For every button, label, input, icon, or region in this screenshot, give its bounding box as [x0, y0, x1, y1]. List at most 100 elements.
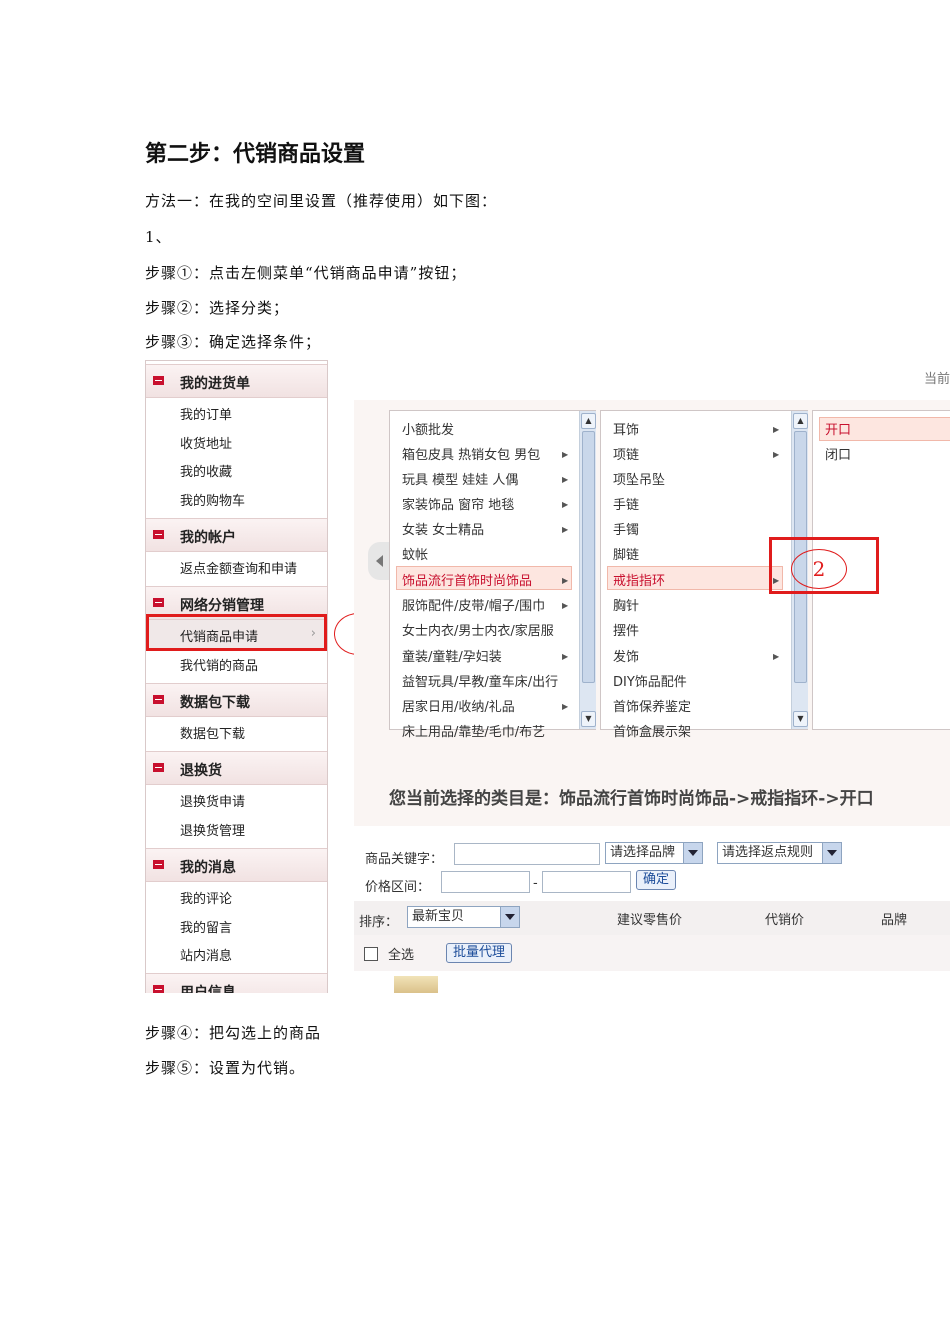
sort-bar: 排序： 最新宝贝 建议零售价 代销价 品牌 [354, 901, 950, 935]
batch-agent-button[interactable]: 批量代理 [446, 943, 512, 963]
brand-select-value: 请选择品牌 [610, 845, 676, 860]
sidebar-section-download[interactable]: 数据包下载 [146, 683, 327, 717]
sidebar-section-returns[interactable]: 退换货 [146, 751, 327, 785]
list-item[interactable]: 胸针 [613, 595, 639, 614]
list-item[interactable]: 项链 [613, 444, 639, 463]
chevron-right-icon: ▶ [562, 450, 569, 459]
document-title: 第二步：代销商品设置 [145, 142, 366, 167]
sort-select-value: 最新宝贝 [412, 909, 465, 924]
list-item[interactable]: 服饰配件/皮带/帽子/围巾 [402, 595, 545, 614]
sidebar-item-comments[interactable]: 我的评论 [180, 888, 232, 907]
top-right-text: 当前 [923, 372, 950, 387]
sidebar-item-address[interactable]: 收货地址 [180, 433, 232, 452]
sidebar-item-guestbook[interactable]: 我的留言 [180, 917, 232, 936]
list-item[interactable]: 发饰 [613, 646, 639, 665]
select-all-label: 全选 [388, 948, 415, 963]
list-item[interactable]: 家装饰品 窗帘 地毯 [402, 494, 514, 513]
sidebar-section-title: 用户信息 [180, 985, 236, 993]
collapse-icon [153, 376, 164, 385]
rebate-select-value: 请选择返点规则 [722, 845, 814, 860]
sidebar-section-purchase[interactable]: 我的进货单 [146, 364, 327, 398]
list-item[interactable]: 脚链 [613, 544, 639, 563]
rebate-select[interactable]: 请选择返点规则 [717, 842, 842, 864]
sort-select[interactable]: 最新宝贝 [407, 906, 520, 928]
select-all-bar: 全选 批量代理 [354, 935, 950, 971]
keyword-input[interactable] [454, 843, 600, 865]
category-panel: 小额批发 箱包皮具 热销女包 男包 玩具 模型 娃娃 人偶 家装饰品 窗帘 地毯… [354, 400, 950, 993]
sidebar-item-return-manage[interactable]: 退换货管理 [180, 820, 245, 839]
sidebar-item-favorites[interactable]: 我的收藏 [180, 461, 232, 480]
column-retail-price[interactable]: 建议零售价 [617, 909, 682, 928]
paragraph-step-4: 步骤④：把勾选上的商品 [145, 1024, 322, 1042]
collapse-icon [153, 598, 164, 607]
embedded-screenshot: 我的进货单 我的订单 收货地址 我的收藏 我的购物车 我的帐户 返点金额查询和申… [145, 360, 950, 993]
list-item[interactable]: 首饰保养鉴定 [613, 696, 691, 715]
list-item[interactable]: 居家日用/收纳/礼品 [402, 696, 515, 715]
select-all-checkbox[interactable] [364, 947, 378, 961]
current-category-text: 您当前选择的类目是：饰品流行首饰时尚饰品->戒指指环->开口 [389, 789, 874, 809]
sidebar-item-return-apply[interactable]: 退换货申请 [180, 791, 245, 810]
column-brand[interactable]: 品牌 [881, 909, 907, 928]
chevron-right-icon: ▶ [562, 500, 569, 509]
list-item[interactable]: 床上用品/靠垫/毛巾/布艺 [402, 721, 545, 740]
confirm-button[interactable]: 确定 [636, 870, 676, 890]
sidebar-item-orders[interactable]: 我的订单 [180, 404, 232, 423]
sidebar-section-messages[interactable]: 我的消息 [146, 848, 327, 882]
sidebar-item-rebate[interactable]: 返点金额查询和申请 [180, 558, 297, 577]
keyword-label: 商品关键字： [365, 852, 444, 867]
list-item[interactable]: 耳饰 [613, 419, 639, 438]
chevron-right-icon: ▶ [562, 525, 569, 534]
list-item[interactable]: DIY饰品配件 [613, 671, 687, 690]
sidebar-section-title: 我的进货单 [180, 376, 250, 392]
list-item[interactable]: 玩具 模型 娃娃 人偶 [402, 469, 518, 488]
chevron-right-icon: ▶ [773, 652, 780, 661]
chevron-right-icon: ▶ [562, 576, 569, 585]
product-thumbnail[interactable] [394, 976, 438, 993]
category-list-level-1: 小额批发 箱包皮具 热销女包 男包 玩具 模型 娃娃 人偶 家装饰品 窗帘 地毯… [389, 410, 596, 740]
list-item[interactable]: 首饰盒展示架 [613, 721, 691, 740]
scrollbar[interactable]: ▲ ▼ [579, 411, 596, 729]
list-item-selected[interactable]: 戒指指环 [613, 570, 665, 589]
list-item[interactable]: 女士内衣/男士内衣/家居服 [402, 620, 554, 639]
list-item[interactable]: 手链 [613, 494, 639, 513]
scroll-up-button[interactable]: ▲ [581, 413, 596, 429]
highlight-box-step-1 [146, 614, 327, 651]
list-item[interactable]: 女装 女士精品 [402, 519, 484, 538]
chevron-down-icon [822, 843, 841, 863]
brand-select[interactable]: 请选择品牌 [605, 842, 703, 864]
list-item[interactable]: 童装/童鞋/孕妇装 [402, 646, 502, 665]
chevron-right-icon: ▶ [562, 475, 569, 484]
sidebar-item-my-consigned[interactable]: 我代销的商品 [180, 655, 258, 674]
price-min-input[interactable] [441, 871, 530, 893]
chevron-right-icon: ▶ [773, 425, 780, 434]
list-item[interactable]: 蚊帐 [402, 544, 428, 563]
sidebar-section-userinfo[interactable]: 用户信息 [146, 973, 327, 993]
sidebar-item-download[interactable]: 数据包下载 [180, 723, 245, 742]
chevron-right-icon: ▶ [562, 601, 569, 610]
scroll-thumb[interactable] [582, 431, 595, 683]
paragraph-method: 方法一：在我的空间里设置（推荐使用）如下图： [145, 192, 498, 210]
list-item[interactable]: 益智玩具/早教/童车床/出行 [402, 671, 558, 690]
scroll-down-button[interactable]: ▼ [793, 711, 808, 727]
collapse-icon [153, 763, 164, 772]
scroll-down-button[interactable]: ▼ [581, 711, 596, 727]
list-item-selected[interactable]: 开口 [825, 419, 851, 438]
list-item[interactable]: 项坠吊坠 [613, 469, 665, 488]
list-item[interactable]: 小额批发 [402, 419, 454, 438]
price-max-input[interactable] [542, 871, 631, 893]
collapse-icon [153, 695, 164, 704]
list-item[interactable]: 箱包皮具 热销女包 男包 [402, 444, 540, 463]
list-item-selected[interactable]: 饰品流行首饰时尚饰品 [402, 570, 532, 589]
price-label: 价格区间： [365, 880, 431, 895]
list-item[interactable]: 闭口 [825, 444, 851, 463]
column-distribution-price[interactable]: 代销价 [765, 909, 804, 928]
list-item[interactable]: 摆件 [613, 620, 639, 639]
scroll-up-button[interactable]: ▲ [793, 413, 808, 429]
chevron-down-icon [500, 907, 519, 927]
sidebar-section-account[interactable]: 我的帐户 [146, 518, 327, 552]
paragraph-step-1: 步骤①：点击左侧菜单“代销商品申请”按钮； [145, 264, 467, 282]
list-item[interactable]: 手镯 [613, 519, 639, 538]
sidebar-item-inbox[interactable]: 站内消息 [180, 945, 232, 964]
sidebar-item-cart[interactable]: 我的购物车 [180, 490, 245, 509]
chevron-down-icon [683, 843, 702, 863]
